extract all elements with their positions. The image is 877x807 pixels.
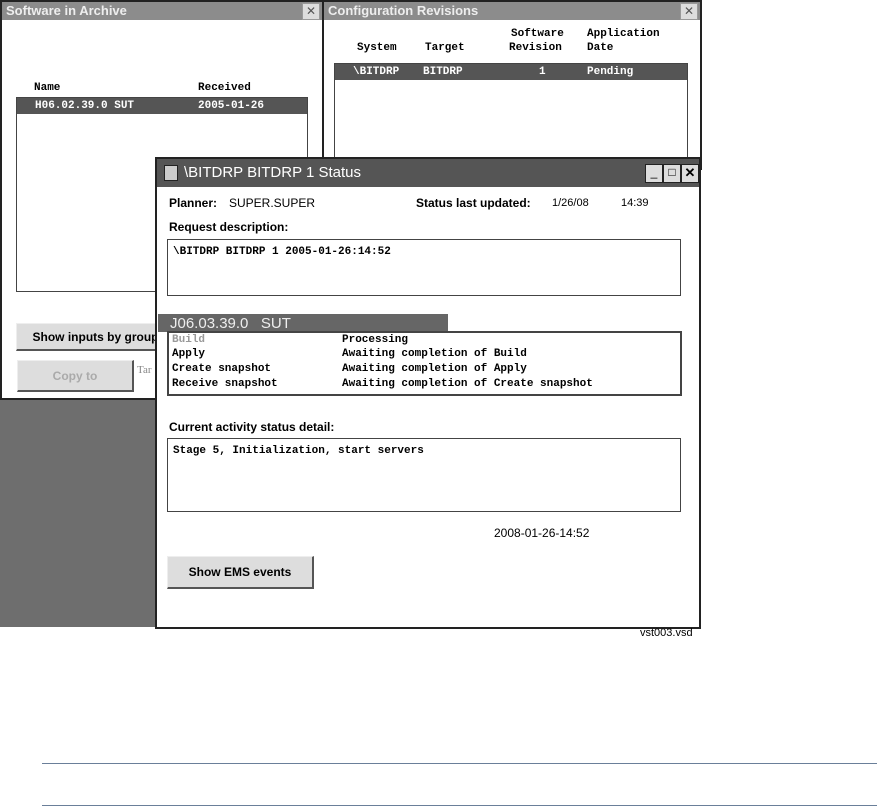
- step-state: Awaiting completion of Build: [342, 348, 527, 360]
- archive-close-button[interactable]: ✕: [302, 3, 320, 20]
- config-title-bar: Configuration Revisions: [324, 2, 700, 20]
- status-window: \BITDRP BITDRP 1 Status _ □ ✕ Planner: S…: [155, 157, 701, 629]
- item-target: BITDRP: [423, 66, 463, 78]
- request-label: Request description:: [169, 220, 289, 234]
- step-name: Receive snapshot: [172, 378, 278, 390]
- app-icon: [164, 165, 178, 181]
- list-item[interactable]: H06.02.39.0 SUT 2005-01-26: [17, 98, 307, 114]
- target-label: Tar: [137, 364, 152, 376]
- col-system: System: [357, 42, 397, 54]
- figure-caption: vst003.vsd: [640, 627, 693, 639]
- col-received: Received: [198, 82, 251, 94]
- step-state: Awaiting completion of Apply: [342, 363, 527, 375]
- status-title-bar: \BITDRP BITDRP 1 Status _ □ ✕: [157, 159, 699, 187]
- steps-table: Build Processing Apply Awaiting completion…: [167, 331, 682, 396]
- table-row: Apply Awaiting completion of Build: [172, 348, 677, 363]
- activity-detail-field[interactable]: Stage 5, Initialization, start servers: [167, 438, 681, 512]
- divider: [42, 763, 877, 764]
- divider: [42, 805, 877, 806]
- config-title: Configuration Revisions: [328, 3, 479, 18]
- close-button[interactable]: ✕: [681, 164, 699, 183]
- activity-label: Current activity status detail:: [169, 420, 335, 434]
- show-inputs-by-group-button[interactable]: Show inputs by group: [16, 323, 176, 351]
- archive-title: Software in Archive: [6, 3, 127, 18]
- item-received: 2005-01-26: [198, 100, 265, 112]
- table-row: Build Processing: [172, 334, 677, 348]
- updated-time: 14:39: [621, 197, 649, 209]
- show-ems-events-button[interactable]: Show EMS events: [167, 556, 314, 589]
- item-date: Pending: [587, 66, 634, 78]
- item-system: \BITDRP: [353, 66, 400, 78]
- table-row: Create snapshot Awaiting completion of Ap…: [172, 363, 677, 378]
- copy-to-button[interactable]: Copy to: [17, 360, 134, 392]
- activity-timestamp: 2008-01-26-14:52: [494, 526, 590, 540]
- config-revisions-window: Configuration Revisions ✕ System Target …: [322, 0, 702, 173]
- list-item[interactable]: \BITDRP BITDRP 1 Pending: [335, 64, 687, 80]
- background-desktop: [0, 398, 157, 627]
- status-title: \BITDRP BITDRP 1 Status: [184, 164, 362, 181]
- step-name: Apply: [172, 348, 206, 360]
- col-application: Application: [587, 28, 660, 40]
- minimize-button[interactable]: _: [645, 164, 663, 183]
- col-date: Date: [587, 42, 614, 54]
- col-revision: Revision: [509, 42, 562, 54]
- archive-title-bar: Software in Archive: [2, 2, 322, 20]
- planner-value: SUPER.SUPER: [229, 196, 316, 210]
- request-description-field[interactable]: \BITDRP BITDRP 1 2005-01-26:14:52: [167, 239, 681, 296]
- step-state: Awaiting completion of Create snapshot: [342, 378, 593, 390]
- table-row: Receive snapshot Awaiting completion of C…: [172, 378, 677, 393]
- updated-label: Status last updated:: [416, 196, 531, 210]
- step-name: Build: [172, 334, 206, 346]
- col-target: Target: [425, 42, 465, 54]
- step-name: Create snapshot: [172, 363, 272, 375]
- col-software: Software: [511, 28, 564, 40]
- config-close-button[interactable]: ✕: [680, 3, 698, 20]
- step-state: Processing: [342, 334, 409, 346]
- group-header: J06.03.39.0 SUT: [158, 314, 448, 332]
- maximize-button[interactable]: □: [663, 164, 681, 183]
- item-name: H06.02.39.0 SUT: [35, 100, 135, 112]
- col-name: Name: [34, 82, 61, 94]
- item-revision: 1: [539, 66, 546, 78]
- planner-label: Planner:: [169, 196, 218, 210]
- updated-date: 1/26/08: [552, 197, 589, 209]
